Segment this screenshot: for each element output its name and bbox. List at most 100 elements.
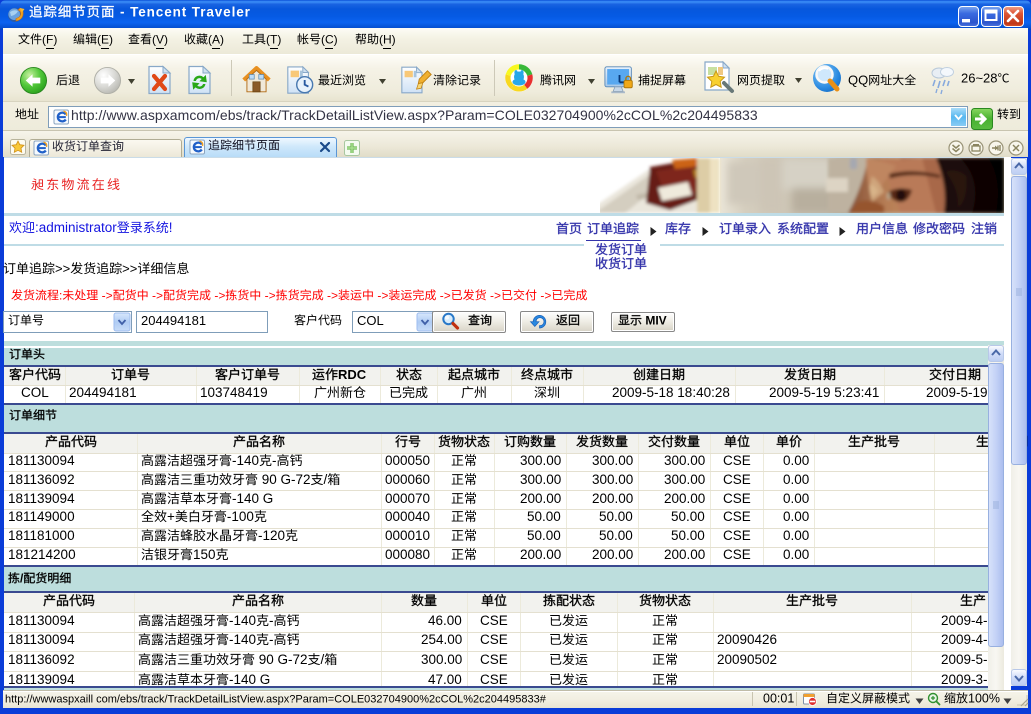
svg-text:181139094: 181139094 — [8, 491, 75, 506]
svg-text:150: 150 — [193, 547, 216, 562]
svg-text:300.00: 300.00 — [520, 472, 561, 487]
svg-text:000080: 000080 — [385, 547, 430, 562]
svg-text:181181000: 181181000 — [8, 528, 75, 543]
svg-text:/: / — [321, 652, 325, 667]
svg-text:CSE: CSE — [480, 652, 508, 667]
svg-text:-140 G: -140 G — [229, 672, 270, 687]
svg-text:-120: -120 — [258, 528, 285, 543]
svg-text:(T): (T) — [266, 32, 281, 46]
svg-text:20090426: 20090426 — [717, 632, 777, 647]
svg-text:181139094: 181139094 — [8, 672, 75, 687]
svg-text:(F): (F) — [42, 32, 57, 46]
svg-text:200.00: 200.00 — [520, 491, 561, 506]
svg-text:0.00: 0.00 — [783, 472, 809, 487]
svg-text:000050: 000050 — [385, 453, 430, 468]
svg-text:181130094: 181130094 — [8, 613, 75, 628]
svg-text:20090502: 20090502 — [717, 652, 777, 667]
svg-text:0.00: 0.00 — [783, 453, 809, 468]
svg-text:200.00: 200.00 — [664, 547, 705, 562]
svg-text:181136092: 181136092 — [8, 652, 75, 667]
svg-text:200.00: 200.00 — [664, 491, 705, 506]
svg-text:->: -> — [324, 288, 338, 302]
svg-text:/: / — [324, 472, 328, 487]
svg-text:QQ: QQ — [848, 72, 868, 87]
svg-text:200.00: 200.00 — [520, 547, 561, 562]
svg-text:90 G-72: 90 G-72 — [258, 472, 311, 487]
svg-text:26~28: 26~28 — [961, 70, 998, 85]
svg-text:>>: >> — [55, 261, 70, 276]
svg-text:50.00: 50.00 — [599, 510, 633, 525]
svg-text:http://wwwaspxaill com/ebs/tra: http://wwwaspxaill com/ebs/track/TrackDe… — [5, 694, 547, 706]
svg-text:46.00: 46.00 — [428, 613, 462, 628]
svg-text:300.00: 300.00 — [421, 652, 462, 667]
svg-text:->: -> — [537, 288, 551, 302]
svg-text:254.00: 254.00 — [421, 632, 462, 647]
svg-text:->: -> — [98, 288, 112, 302]
svg-text:300.00: 300.00 — [664, 453, 705, 468]
svg-text:-140: -140 — [229, 632, 256, 647]
svg-text:181130094: 181130094 — [8, 453, 75, 468]
svg-text:00:01: 00:01 — [763, 691, 794, 705]
svg-text:->: -> — [149, 288, 163, 302]
svg-text:-100: -100 — [227, 510, 254, 525]
svg-text:(E): (E) — [97, 32, 113, 46]
svg-text:100%: 100% — [968, 691, 1000, 705]
svg-text:50.00: 50.00 — [527, 528, 561, 543]
svg-text:50.00: 50.00 — [527, 510, 561, 525]
svg-text:(C): (C) — [321, 32, 338, 46]
svg-text:000070: 000070 — [385, 491, 430, 506]
svg-text:000060: 000060 — [385, 472, 430, 487]
svg-text:COL: COL — [357, 313, 384, 328]
svg-text:181149000: 181149000 — [8, 510, 75, 525]
svg-text:(A): (A) — [208, 32, 224, 46]
svg-text:-: - — [269, 613, 274, 628]
svg-text:(H): (H) — [379, 32, 396, 46]
svg-text:CSE: CSE — [480, 632, 508, 647]
svg-text:-140 G: -140 G — [232, 491, 273, 506]
svg-text:-: - — [272, 453, 277, 468]
svg-text:103748419: 103748419 — [200, 385, 268, 400]
svg-text:50.00: 50.00 — [599, 528, 633, 543]
svg-text:-140: -140 — [229, 613, 256, 628]
svg-text:-140: -140 — [232, 453, 259, 468]
svg-text:CSE: CSE — [723, 528, 751, 543]
svg-text:300.00: 300.00 — [592, 453, 633, 468]
svg-text:300.00: 300.00 — [592, 472, 633, 487]
svg-text::: : — [59, 288, 62, 302]
svg-text:204494181: 204494181 — [141, 313, 206, 328]
svg-text:0.00: 0.00 — [783, 547, 809, 562]
svg-text:CSE: CSE — [723, 453, 751, 468]
svg-text:0.00: 0.00 — [783, 528, 809, 543]
svg-text:0.00: 0.00 — [783, 510, 809, 525]
svg-text:->: -> — [436, 288, 450, 302]
svg-text:181214200: 181214200 — [8, 547, 76, 562]
svg-text:RDC: RDC — [338, 367, 367, 382]
svg-text:204494181: 204494181 — [69, 385, 137, 400]
svg-text:->: -> — [211, 288, 225, 302]
svg-text:50.00: 50.00 — [671, 528, 705, 543]
svg-text:181130094: 181130094 — [8, 632, 75, 647]
svg-text:2009-5-2: 2009-5-2 — [941, 652, 995, 667]
svg-text:http://www.aspxamcom/ebs/track: http://www.aspxamcom/ebs/track/TrackDeta… — [71, 107, 758, 123]
svg-text:000040: 000040 — [385, 510, 430, 525]
svg-text:->: -> — [374, 288, 388, 302]
svg-text:300.00: 300.00 — [664, 472, 705, 487]
svg-text:+: + — [167, 510, 175, 525]
svg-text:47.00: 47.00 — [428, 672, 462, 687]
svg-text:0.00: 0.00 — [783, 491, 809, 506]
svg-text:CSE: CSE — [723, 491, 751, 506]
svg-text:COL: COL — [21, 385, 49, 400]
svg-text:000010: 000010 — [385, 528, 430, 543]
svg-text:CSE: CSE — [723, 510, 751, 525]
svg-text:!: ! — [169, 220, 173, 235]
svg-text:90 G-72: 90 G-72 — [255, 652, 308, 667]
svg-text:2009-5-19 5:23:41: 2009-5-19 5:23:41 — [769, 385, 879, 400]
svg-text::administrator: :administrator — [35, 220, 117, 235]
svg-text:200.00: 200.00 — [592, 491, 633, 506]
svg-text:CSE: CSE — [723, 472, 751, 487]
svg-text:CSE: CSE — [480, 672, 508, 687]
svg-text:/: / — [20, 571, 24, 585]
svg-text:CSE: CSE — [480, 613, 508, 628]
svg-text:MIV: MIV — [642, 313, 667, 327]
svg-text:-: - — [269, 632, 274, 647]
